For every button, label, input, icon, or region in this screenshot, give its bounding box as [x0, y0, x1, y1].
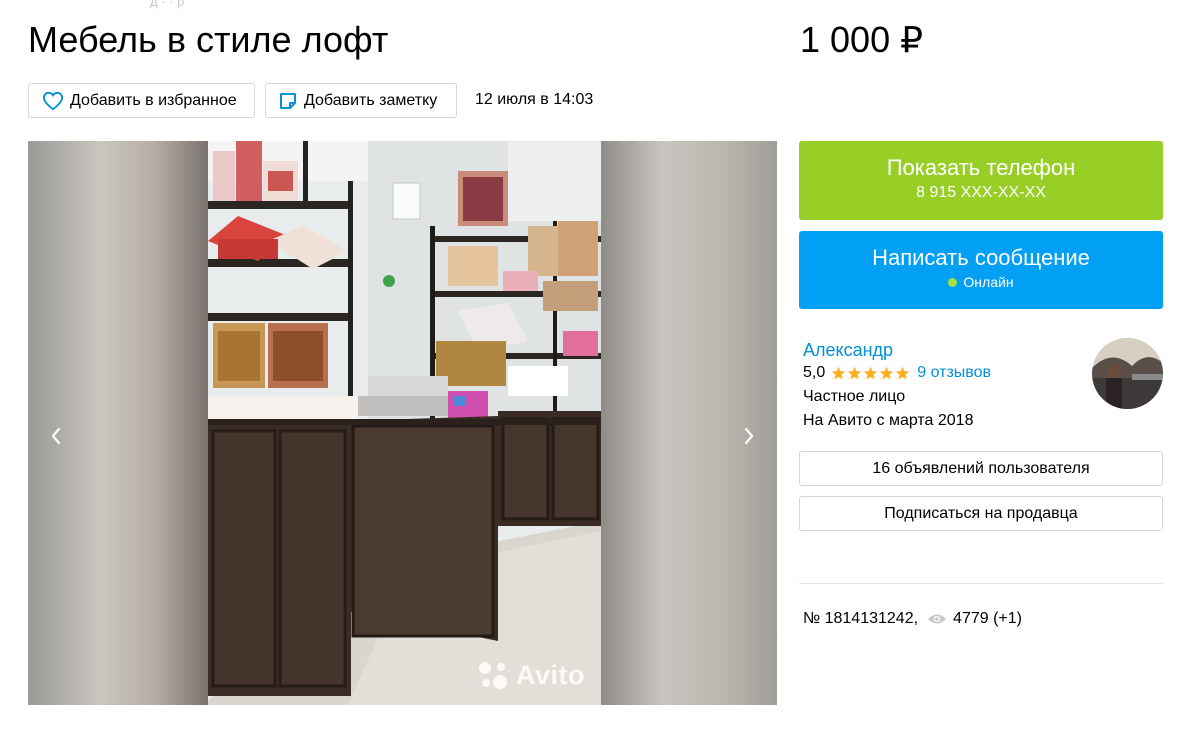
listing-photo[interactable]: [208, 141, 601, 705]
avito-logo-icon: [479, 662, 507, 689]
chevron-right-icon: [744, 427, 754, 445]
gallery-next-button[interactable]: [734, 421, 764, 451]
rating-stars: [831, 366, 911, 380]
note-icon: [280, 92, 296, 109]
show-phone-label: Показать телефон: [886, 155, 1076, 180]
add-note-button[interactable]: Добавить заметку: [265, 83, 457, 118]
seller-name-link[interactable]: Александр: [803, 340, 893, 361]
photo-gallery[interactable]: Avito: [28, 141, 777, 705]
user-listings-button[interactable]: 16 объявлений пользователя: [799, 451, 1163, 486]
subscribe-seller-button[interactable]: Подписаться на продавца: [799, 496, 1163, 531]
listing-number: № 1814131242,: [803, 610, 919, 627]
add-to-favorites-label: Добавить в избранное: [70, 91, 237, 109]
star-icon: [848, 366, 862, 380]
breadcrumb[interactable]: д · · р: [150, 0, 184, 9]
rating-value: 5,0: [803, 364, 826, 381]
gallery-prev-button[interactable]: [41, 421, 71, 451]
view-count: 4779 (+1): [953, 610, 1022, 627]
online-label: Онлайн: [963, 274, 1014, 290]
avatar-image: [1092, 338, 1163, 409]
watermark-text: Avito: [516, 659, 585, 690]
show-phone-button[interactable]: Показать телефон 8 915 XXX-XX-XX: [799, 141, 1163, 220]
shop-interior-image: [208, 141, 601, 705]
star-icon: [896, 366, 910, 380]
write-message-button[interactable]: Написать сообщение Онлайн: [799, 231, 1163, 309]
seller-since: На Авито с марта 2018: [803, 412, 974, 429]
eye-icon: [927, 614, 947, 624]
star-icon: [880, 366, 894, 380]
listing-date: 12 июля в 14:03: [475, 91, 594, 108]
price: 1 000 ₽: [800, 19, 923, 60]
reviews-link[interactable]: 9 отзывов: [917, 364, 991, 382]
star-icon: [864, 366, 878, 380]
star-icon: [832, 366, 846, 380]
write-message-label: Написать сообщение: [872, 245, 1090, 270]
online-dot-icon: [948, 277, 958, 287]
listing-meta: № 1814131242, 4779 (+1): [803, 610, 1022, 628]
seller-avatar[interactable]: [1092, 338, 1163, 409]
phone-masked: 8 915 XXX-XX-XX: [916, 184, 1046, 201]
avito-watermark: Avito: [476, 659, 585, 691]
chevron-left-icon: [51, 427, 61, 445]
seller-rating: 5,0 9 отзывов: [803, 364, 991, 382]
add-note-label: Добавить заметку: [304, 91, 438, 109]
divider: [799, 583, 1163, 584]
online-status: Онлайн: [948, 272, 1014, 292]
add-to-favorites-button[interactable]: Добавить в избранное: [28, 83, 255, 118]
seller-type: Частное лицо: [803, 388, 906, 405]
heart-icon: [42, 91, 64, 110]
page-title: Мебель в стиле лофт: [28, 19, 389, 60]
